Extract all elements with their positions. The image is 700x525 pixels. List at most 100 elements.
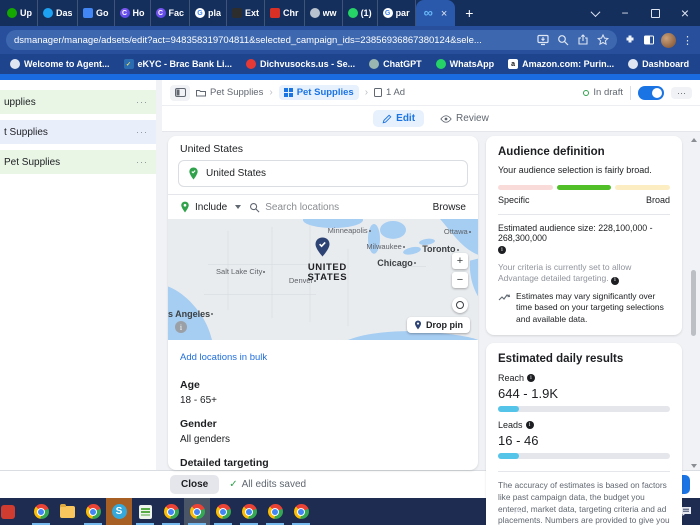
taskbar-chrome[interactable] [262,498,288,525]
side-panel-icon[interactable] [642,34,655,47]
zoom-out-button[interactable] [452,272,468,288]
add-locations-bulk-link[interactable]: Add locations in bulk [180,352,267,363]
more-options-button[interactable] [671,86,692,99]
ekyc-icon [123,59,134,69]
drop-pin-button[interactable]: Drop pin [407,317,470,333]
scroll-up-icon[interactable] [691,138,697,142]
campaign-sidebar: upplies t Supplies Pet Supplies [0,80,156,470]
browser-tab[interactable]: Das [38,0,78,26]
browser-tab[interactable]: Fac [151,0,191,26]
insights-column: Audience definition Your audience select… [486,136,682,525]
close-window-button[interactable] [670,0,700,26]
taskbar-chrome[interactable] [28,498,54,525]
bookmark-star-icon[interactable] [596,34,609,47]
locate-button[interactable] [452,297,468,313]
taskbar-chrome[interactable] [236,498,262,525]
publish-toggle[interactable] [638,85,664,100]
row-more-icon[interactable] [136,157,148,167]
breadcrumb-ad[interactable]: 1 Ad [374,87,405,98]
tab-search-button[interactable] [580,0,610,26]
browser-tab[interactable]: Ext [227,0,266,26]
breadcrumb-adset-active[interactable]: Pet Supplies [278,85,359,100]
browser-tab[interactable]: Go [78,0,115,26]
tab-review[interactable]: Review [440,113,489,124]
taskbar-app-cutoff[interactable] [1,498,28,525]
edit-review-tabs: Edit Review [162,106,700,131]
new-tab-button[interactable] [455,5,483,21]
taskbar-skype-active[interactable] [106,498,132,525]
profile-avatar[interactable] [661,32,676,48]
restore-button[interactable] [640,0,670,26]
reach-bar [498,406,670,413]
criteria-note: Your criteria is currently set to allow … [498,262,670,285]
taskbar-notepad[interactable] [132,498,158,525]
location-search-input[interactable] [265,201,428,213]
bookmark-item[interactable]: Dichvusocks.us - Se... [246,59,355,69]
zoom-icon[interactable] [556,34,569,47]
bookmark-item[interactable]: eKYC - Brac Bank Li... [123,59,232,69]
search-icon [250,202,260,212]
browser-tab[interactable]: ww [305,0,343,26]
taskbar-chrome[interactable] [210,498,236,525]
sidebar-item-campaign[interactable]: upplies [0,90,156,114]
include-dropdown[interactable]: Include [195,202,227,213]
minimize-button[interactable] [610,0,640,26]
scrollbar-thumb[interactable] [691,269,696,337]
gauge-label-broad: Broad [645,195,670,205]
taskbar-chrome-active[interactable] [184,498,210,525]
gender-value: All genders [180,434,231,445]
selected-location-row[interactable]: United States [178,160,468,187]
row-more-icon[interactable] [136,127,148,137]
globe-favicon-icon [309,8,320,18]
taskbar-chrome[interactable] [158,498,184,525]
browse-locations-button[interactable]: Browse [433,202,466,213]
collapse-panel-button[interactable] [170,84,190,101]
taskbar-file-explorer[interactable] [54,498,80,525]
tab-close-icon[interactable] [436,4,447,22]
sidebar-item-adset-selected[interactable]: t Supplies [0,120,156,144]
browser-tab[interactable]: Chr [265,0,305,26]
browser-tab[interactable]: Ho [115,0,151,26]
caret-down-icon[interactable] [235,205,242,209]
close-button[interactable]: Close [170,475,220,494]
location-targeting-card: United States United States Include Brow… [168,136,478,470]
browser-tab[interactable]: par [378,0,416,26]
gauge-specific-segment [498,185,553,190]
browser-tab[interactable]: pla [190,0,228,26]
taskbar-chrome[interactable] [80,498,106,525]
row-more-icon[interactable] [136,97,148,107]
bookmark-item[interactable]: ChatGPT [369,59,422,69]
browser-menu-icon[interactable] [682,34,694,47]
browser-tab[interactable]: (1) [343,0,378,26]
taskbar-chrome[interactable] [288,498,314,525]
info-icon[interactable] [527,374,536,383]
browser-tab[interactable]: Up [2,0,38,26]
map-info-icon[interactable] [175,321,187,333]
adset-grid-icon [283,88,293,97]
breadcrumb-campaign[interactable]: Pet Supplies [196,87,263,98]
bookmark-item[interactable]: Dashboard [628,59,689,69]
map-country-label: UNITED STATES [307,261,348,284]
address-bar[interactable]: dsmanager/manage/adsets/edit?act=9483583… [6,30,617,50]
share-icon[interactable] [576,34,589,47]
info-icon[interactable] [498,246,506,254]
targeting-map[interactable]: Minneapolis Milwaukee Toronto Ottawa Chi… [168,219,478,340]
url-text[interactable]: dsmanager/manage/adsets/edit?act=9483583… [14,35,529,46]
info-icon[interactable] [525,421,534,430]
editor-main: Pet Supplies Pet Supplies 1 Ad In draft … [162,80,700,525]
info-icon[interactable] [610,276,619,285]
tab-edit[interactable]: Edit [373,110,425,127]
zoom-in-button[interactable] [452,253,468,269]
active-tab-ads-manager[interactable] [415,0,456,26]
bookmark-item[interactable]: Amazon.com: Purin... [508,59,614,69]
install-app-icon[interactable] [536,34,549,47]
scroll-down-icon[interactable] [691,464,697,468]
extensions-puzzle-icon[interactable] [623,34,636,47]
red-dot-icon [246,59,257,69]
c-favicon-icon [155,8,166,18]
detailed-targeting-label: Detailed targeting [180,457,269,469]
panel-scrollbar[interactable] [690,136,698,470]
sidebar-item-ad[interactable]: Pet Supplies [0,150,156,174]
bookmark-item[interactable]: WhatsApp [435,59,494,69]
bookmark-item[interactable]: Welcome to Agent... [10,59,110,69]
